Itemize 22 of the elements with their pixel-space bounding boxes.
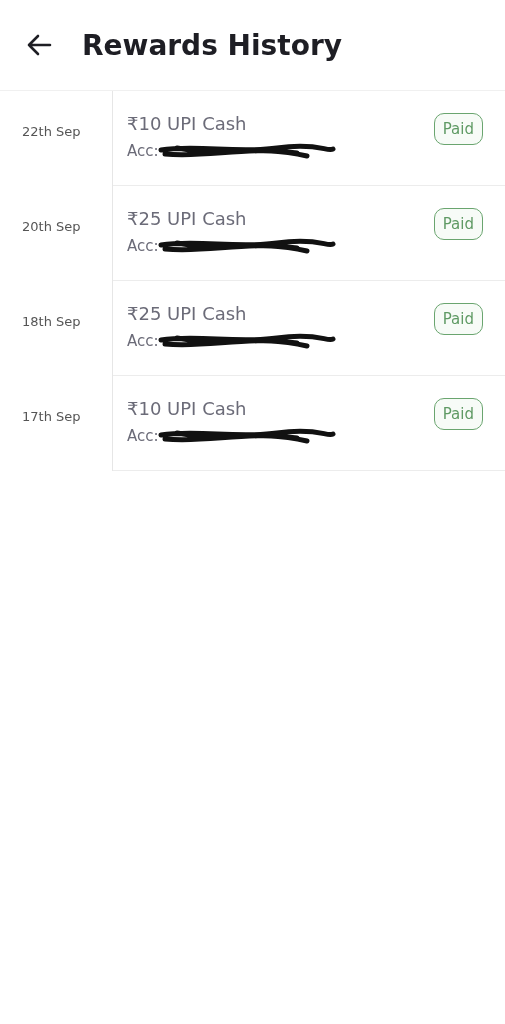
status-badge: Paid <box>433 398 483 430</box>
reward-title: ₹10 UPI Cash <box>127 113 248 134</box>
reward-date: 17th Sep <box>22 409 81 424</box>
account-label: Acc: <box>127 427 159 445</box>
reward-card[interactable]: ₹25 UPI Cash Acc: Paid <box>113 186 505 281</box>
reward-card[interactable]: ₹10 UPI Cash Acc: Paid <box>113 91 505 186</box>
reward-title: ₹25 UPI Cash <box>127 208 248 229</box>
reward-title: ₹10 UPI Cash <box>127 398 248 419</box>
reward-card[interactable]: ₹10 UPI Cash Acc: Paid <box>113 376 505 471</box>
reward-title: ₹25 UPI Cash <box>127 303 248 324</box>
account-label: Acc: <box>127 332 159 350</box>
reward-card[interactable]: ₹25 UPI Cash Acc: Paid <box>113 281 505 376</box>
reward-date: 22th Sep <box>22 124 81 139</box>
reward-date: 18th Sep <box>22 314 81 329</box>
status-badge: Paid <box>433 208 483 240</box>
page-title: Rewards History <box>82 28 342 62</box>
account-label: Acc: <box>127 142 159 160</box>
account-label: Acc: <box>127 237 159 255</box>
status-badge: Paid <box>433 113 483 145</box>
reward-date: 20th Sep <box>22 219 81 234</box>
back-arrow-icon <box>26 34 52 56</box>
status-badge: Paid <box>433 303 483 335</box>
